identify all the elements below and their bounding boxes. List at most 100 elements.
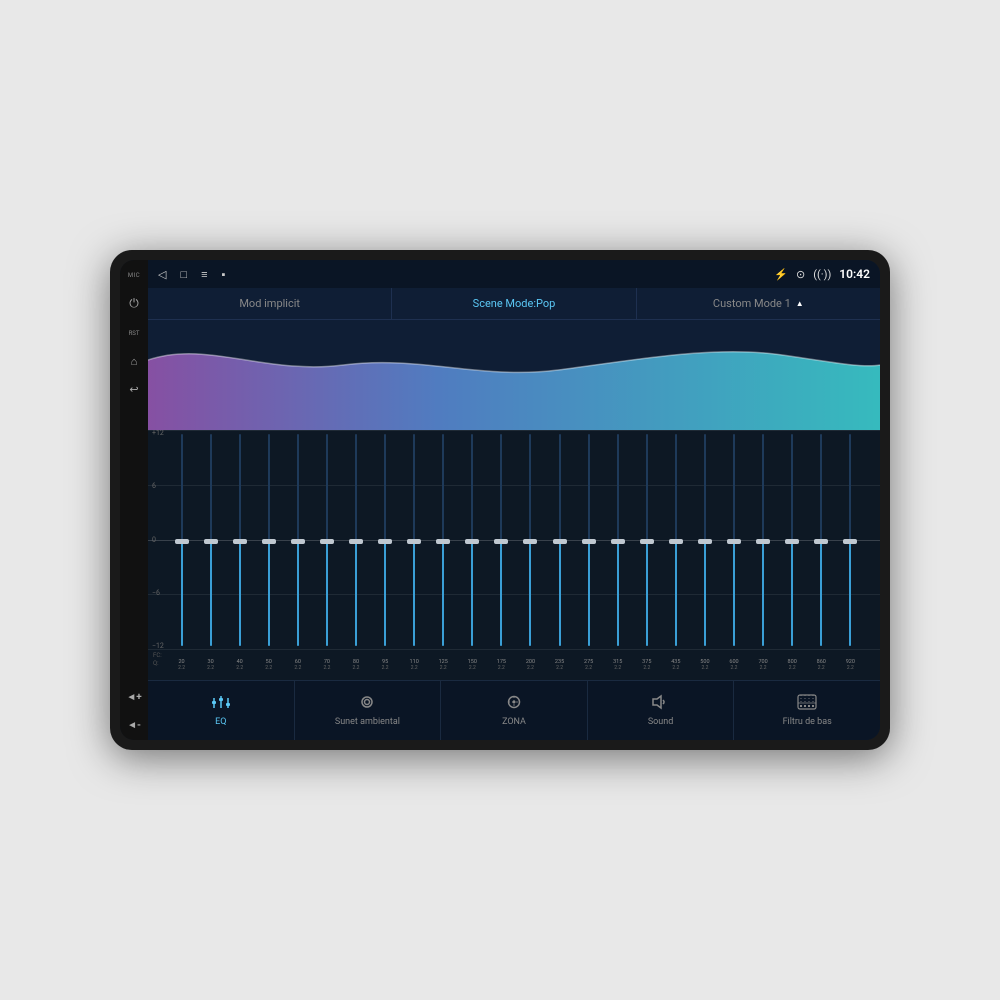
- nav-sound[interactable]: Sound: [588, 681, 735, 740]
- slider-handle-315[interactable]: [611, 539, 625, 544]
- slider-track-175: [500, 434, 502, 646]
- slider-col-315[interactable]: [604, 430, 631, 650]
- slider-track-435: [675, 434, 677, 646]
- slider-track-235: [559, 434, 561, 646]
- nav-bass[interactable]: Filtru de bas: [734, 681, 880, 740]
- slider-col-435[interactable]: [662, 430, 689, 650]
- slider-track-80: [355, 434, 357, 646]
- q-label-435: 2.2: [672, 665, 679, 671]
- freq-label-95: 95: [382, 659, 388, 666]
- vol-down-button[interactable]: ◄-: [125, 716, 143, 734]
- slider-track-600: [733, 434, 735, 646]
- slider-handle-275[interactable]: [582, 539, 596, 544]
- slider-handle-175[interactable]: [494, 539, 508, 544]
- slider-handle-40[interactable]: [233, 539, 247, 544]
- nav-ambient-label: Sunet ambiental: [335, 717, 400, 727]
- slider-col-125[interactable]: [430, 430, 457, 650]
- mic-label: MIC: [125, 266, 143, 284]
- home-button[interactable]: ⌂: [125, 352, 143, 370]
- slider-col-800[interactable]: [779, 430, 806, 650]
- slider-col-40[interactable]: [226, 430, 253, 650]
- recent-nav-icon[interactable]: ▪: [222, 268, 226, 281]
- slider-col-70[interactable]: [313, 430, 340, 650]
- slider-handle-20[interactable]: [175, 539, 189, 544]
- label-col-95: 952.2: [372, 650, 399, 680]
- slider-handle-375[interactable]: [640, 539, 654, 544]
- slider-col-60[interactable]: [284, 430, 311, 650]
- slider-track-150: [471, 434, 473, 646]
- slider-handle-600[interactable]: [727, 539, 741, 544]
- freq-label-80: 80: [353, 659, 359, 666]
- ambient-icon: [357, 694, 377, 714]
- nav-ambient[interactable]: Sunet ambiental: [295, 681, 442, 740]
- slider-handle-500[interactable]: [698, 539, 712, 544]
- status-bar: ◁ □ ≡ ▪ ⚡ ⊙ ((·)) 10:42: [148, 260, 880, 288]
- slider-col-20[interactable]: [168, 430, 195, 650]
- sliders-row: [148, 430, 880, 650]
- slider-handle-860[interactable]: [814, 539, 828, 544]
- mode-scene[interactable]: Scene Mode:Pop: [392, 288, 636, 319]
- slider-handle-50[interactable]: [262, 539, 276, 544]
- freq-label-600: 600: [729, 659, 738, 666]
- slider-col-600[interactable]: [720, 430, 747, 650]
- label-col-200: 2002.2: [517, 650, 544, 680]
- slider-handle-435[interactable]: [669, 539, 683, 544]
- scale-6-pos: 6: [152, 483, 164, 490]
- slider-handle-200[interactable]: [523, 539, 537, 544]
- back-nav-icon[interactable]: ◁: [158, 268, 166, 281]
- freq-label-175: 175: [497, 659, 506, 666]
- slider-col-95[interactable]: [372, 430, 399, 650]
- slider-handle-920[interactable]: [843, 539, 857, 544]
- freq-label-800: 800: [788, 659, 797, 666]
- eq-icon: [211, 694, 231, 714]
- slider-col-175[interactable]: [488, 430, 515, 650]
- home-nav-icon[interactable]: □: [180, 268, 187, 281]
- slider-handle-30[interactable]: [204, 539, 218, 544]
- slider-col-200[interactable]: [517, 430, 544, 650]
- slider-handle-95[interactable]: [378, 539, 392, 544]
- slider-col-30[interactable]: [197, 430, 224, 650]
- vol-up-button[interactable]: ◄+: [125, 688, 143, 706]
- side-panel: MIC ⏻ RST ⌂ ↩ ◄+ ◄-: [120, 260, 148, 740]
- menu-nav-icon[interactable]: ≡: [201, 268, 207, 281]
- main-screen: ◁ □ ≡ ▪ ⚡ ⊙ ((·)) 10:42 Mod implicit: [148, 260, 880, 740]
- nav-zona[interactable]: ZONA: [441, 681, 588, 740]
- slider-handle-125[interactable]: [436, 539, 450, 544]
- back-button[interactable]: ↩: [125, 380, 143, 398]
- slider-handle-235[interactable]: [553, 539, 567, 544]
- slider-col-375[interactable]: [633, 430, 660, 650]
- freq-label-860: 860: [817, 659, 826, 666]
- slider-track-920: [849, 434, 851, 646]
- slider-col-110[interactable]: [401, 430, 428, 650]
- nav-eq[interactable]: EQ: [148, 681, 295, 740]
- q-label-275: 2.2: [585, 665, 592, 671]
- slider-track-315: [617, 434, 619, 646]
- slider-col-80[interactable]: [342, 430, 369, 650]
- mode-custom[interactable]: Custom Mode 1 ▲: [637, 288, 880, 319]
- slider-col-860[interactable]: [808, 430, 835, 650]
- slider-handle-60[interactable]: [291, 539, 305, 544]
- slider-col-500[interactable]: [691, 430, 718, 650]
- power-button[interactable]: ⏻: [125, 294, 143, 312]
- mode-implicit[interactable]: Mod implicit: [148, 288, 392, 319]
- slider-handle-80[interactable]: [349, 539, 363, 544]
- slider-col-920[interactable]: [837, 430, 864, 650]
- slider-handle-800[interactable]: [785, 539, 799, 544]
- label-col-70: 702.2: [313, 650, 340, 680]
- freq-label-125: 125: [439, 659, 448, 666]
- slider-handle-70[interactable]: [320, 539, 334, 544]
- slider-handle-150[interactable]: [465, 539, 479, 544]
- slider-track-275: [588, 434, 590, 646]
- slider-handle-700[interactable]: [756, 539, 770, 544]
- slider-handle-110[interactable]: [407, 539, 421, 544]
- slider-col-150[interactable]: [459, 430, 486, 650]
- slider-col-700[interactable]: [750, 430, 777, 650]
- freq-label-150: 150: [468, 659, 477, 666]
- q-label-860: 2.2: [818, 665, 825, 671]
- q-label-235: 2.2: [556, 665, 563, 671]
- slider-col-235[interactable]: [546, 430, 573, 650]
- label-col-30: 302.2: [197, 650, 224, 680]
- slider-col-275[interactable]: [575, 430, 602, 650]
- q-label-40: 2.2: [236, 665, 243, 671]
- slider-col-50[interactable]: [255, 430, 282, 650]
